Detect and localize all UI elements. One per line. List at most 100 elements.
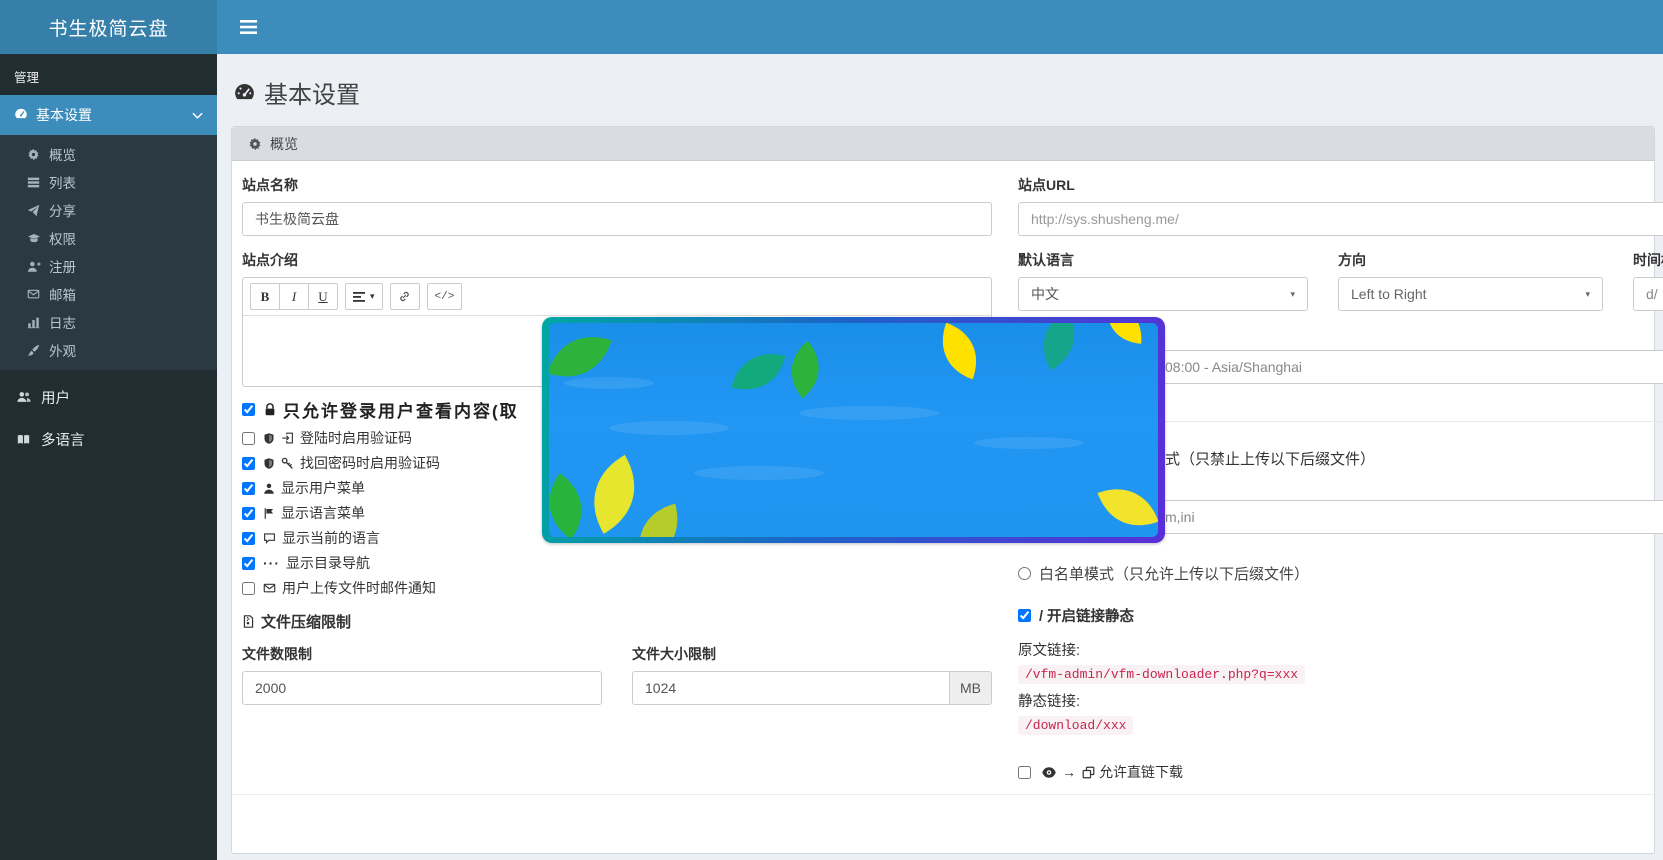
dashboard-icon bbox=[234, 82, 255, 103]
static-link-checkbox[interactable] bbox=[1018, 609, 1031, 622]
italic-button[interactable]: I bbox=[279, 283, 309, 310]
option-label: 登陆时启用验证码 bbox=[300, 428, 412, 448]
align-dropdown-button[interactable]: ▾ bbox=[345, 283, 383, 310]
blacklist-mode-label: 式（只禁止上传以下后缀文件） bbox=[1165, 451, 1375, 468]
panel-title: 概览 bbox=[270, 134, 298, 154]
language-icon bbox=[14, 433, 33, 446]
option-row-breadcrumb-nav: ··· 显示目录导航 bbox=[242, 554, 992, 572]
sidebar-item-appearance[interactable]: 外观 bbox=[0, 336, 217, 364]
sign-in-icon bbox=[281, 432, 294, 444]
sidebar-item-label: 列表 bbox=[49, 172, 76, 192]
sidebar-item-label: 权限 bbox=[49, 228, 76, 248]
file-limits-row: 文件数限制 文件大小限制 MB bbox=[242, 644, 992, 705]
sidebar-item-logs[interactable]: 日志 bbox=[0, 308, 217, 336]
caret-down-icon: ▾ bbox=[370, 291, 375, 302]
caret-down-icon: ▾ bbox=[1290, 289, 1295, 300]
arrow-right-icon: → bbox=[1062, 764, 1076, 780]
user-plus-icon bbox=[25, 260, 42, 273]
sidebar-item-users[interactable]: 用户 bbox=[0, 378, 217, 416]
sidebar-item-share[interactable]: 分享 bbox=[0, 196, 217, 224]
key-icon bbox=[281, 457, 294, 470]
sidebar-submenu: 概览 列表 分享 权限 注册 邮箱 日志 外观 bbox=[0, 135, 217, 370]
user-menu-checkbox[interactable] bbox=[242, 482, 255, 495]
login-only-checkbox[interactable] bbox=[242, 403, 255, 416]
site-url-label: 站点URL bbox=[1018, 175, 1663, 195]
sidebar-item-label: 日志 bbox=[49, 312, 76, 332]
flag-icon bbox=[263, 507, 275, 520]
link-button[interactable] bbox=[390, 283, 420, 310]
lock-icon bbox=[263, 402, 277, 417]
option-label: 显示当前的语言 bbox=[282, 528, 380, 548]
chevron-down-icon bbox=[192, 107, 203, 123]
reset-captcha-checkbox[interactable] bbox=[242, 457, 255, 470]
site-name-input[interactable] bbox=[242, 202, 992, 236]
underline-button[interactable]: U bbox=[308, 283, 338, 310]
file-archive-icon bbox=[242, 614, 255, 629]
option-row-upload-mail: 用户上传文件时邮件通知 bbox=[242, 579, 992, 597]
code-view-button[interactable]: </> bbox=[427, 283, 463, 310]
file-size-input[interactable] bbox=[632, 671, 950, 705]
locale-row: 默认语言 中文 ▾ 方向 Left to Right ▾ bbox=[1018, 250, 1663, 311]
sidebar-item-multilang[interactable]: 多语言 bbox=[0, 420, 217, 458]
sidebar-item-label: 邮箱 bbox=[49, 284, 76, 304]
shield-icon bbox=[263, 432, 275, 445]
sidebar-item-email[interactable]: 邮箱 bbox=[0, 280, 217, 308]
graduation-cap-icon bbox=[25, 232, 42, 245]
option-label: 显示目录导航 bbox=[286, 553, 370, 573]
direction-select[interactable]: Left to Right ▾ bbox=[1338, 277, 1603, 311]
login-captcha-checkbox[interactable] bbox=[242, 432, 255, 445]
leaves-graphic bbox=[549, 323, 1158, 537]
sidebar-item-basic-settings[interactable]: 基本设置 bbox=[0, 95, 217, 135]
time-format-select[interactable]: d/ bbox=[1633, 277, 1663, 311]
sidebar-item-register[interactable]: 注册 bbox=[0, 252, 217, 280]
overview-panel-heading: 概览 bbox=[232, 127, 1654, 161]
section-title: 文件压缩限制 bbox=[261, 611, 351, 632]
gears-icon bbox=[25, 148, 42, 161]
original-link-label: 原文链接: bbox=[1018, 639, 1663, 660]
upload-mail-checkbox[interactable] bbox=[242, 582, 255, 595]
site-url-input[interactable] bbox=[1018, 202, 1663, 236]
align-icon bbox=[353, 292, 365, 302]
envelope-icon bbox=[25, 288, 42, 300]
eye-icon bbox=[1042, 767, 1056, 778]
sidebar-item-overview[interactable]: 概览 bbox=[0, 140, 217, 168]
option-label: 找回密码时启用验证码 bbox=[300, 453, 440, 473]
default-lang-label: 默认语言 bbox=[1018, 250, 1308, 270]
selected-value: Left to Right bbox=[1351, 286, 1579, 302]
whitelist-mode-row: 白名单模式（只允许上传以下后缀文件） bbox=[1018, 563, 1663, 584]
dashboard-icon bbox=[14, 107, 28, 124]
lang-menu-checkbox[interactable] bbox=[242, 507, 255, 520]
caret-down-icon: ▾ bbox=[1585, 289, 1590, 300]
current-lang-checkbox[interactable] bbox=[242, 532, 255, 545]
app-logo[interactable]: 书生极简云盘 bbox=[0, 0, 217, 54]
preview-image-canvas bbox=[549, 323, 1158, 537]
sidebar-toggle-button[interactable] bbox=[231, 10, 265, 44]
default-lang-select[interactable]: 中文 ▾ bbox=[1018, 277, 1308, 311]
sidebar-item-permissions[interactable]: 权限 bbox=[0, 224, 217, 252]
option-label: 只允许登录用户查看内容(取 bbox=[283, 397, 519, 422]
link-icon bbox=[398, 290, 411, 303]
selected-value: d/ bbox=[1646, 286, 1663, 302]
breadcrumb-nav-checkbox[interactable] bbox=[242, 557, 255, 570]
original-link-code: /vfm-admin/vfm-downloader.php?q=xxx bbox=[1018, 665, 1305, 684]
file-count-input[interactable] bbox=[242, 671, 602, 705]
original-link-block: 原文链接: /vfm-admin/vfm-downloader.php?q=xx… bbox=[1018, 639, 1663, 684]
direct-download-checkbox[interactable] bbox=[1018, 766, 1031, 779]
bold-button[interactable]: B bbox=[250, 283, 280, 310]
clone-icon bbox=[1082, 766, 1095, 779]
direct-download-label: 允许直链下载 bbox=[1099, 762, 1183, 782]
file-size-unit-addon: MB bbox=[950, 671, 992, 705]
direct-download-row: → 允许直链下载 bbox=[1018, 762, 1663, 782]
file-count-label: 文件数限制 bbox=[242, 644, 602, 664]
bar-chart-icon bbox=[25, 316, 42, 329]
archive-limit-section: 文件压缩限制 bbox=[242, 611, 992, 632]
navbar-bar bbox=[217, 0, 1663, 54]
preview-image bbox=[542, 317, 1165, 543]
whitelist-mode-radio[interactable] bbox=[1018, 567, 1031, 580]
selected-value: 中文 bbox=[1031, 284, 1284, 304]
hamburger-icon bbox=[240, 20, 257, 34]
sidebar-item-list[interactable]: 列表 bbox=[0, 168, 217, 196]
static-link-label: / 开启链接静态 bbox=[1039, 605, 1134, 626]
static-url-code: /download/xxx bbox=[1018, 716, 1133, 735]
gear-icon bbox=[248, 137, 262, 151]
